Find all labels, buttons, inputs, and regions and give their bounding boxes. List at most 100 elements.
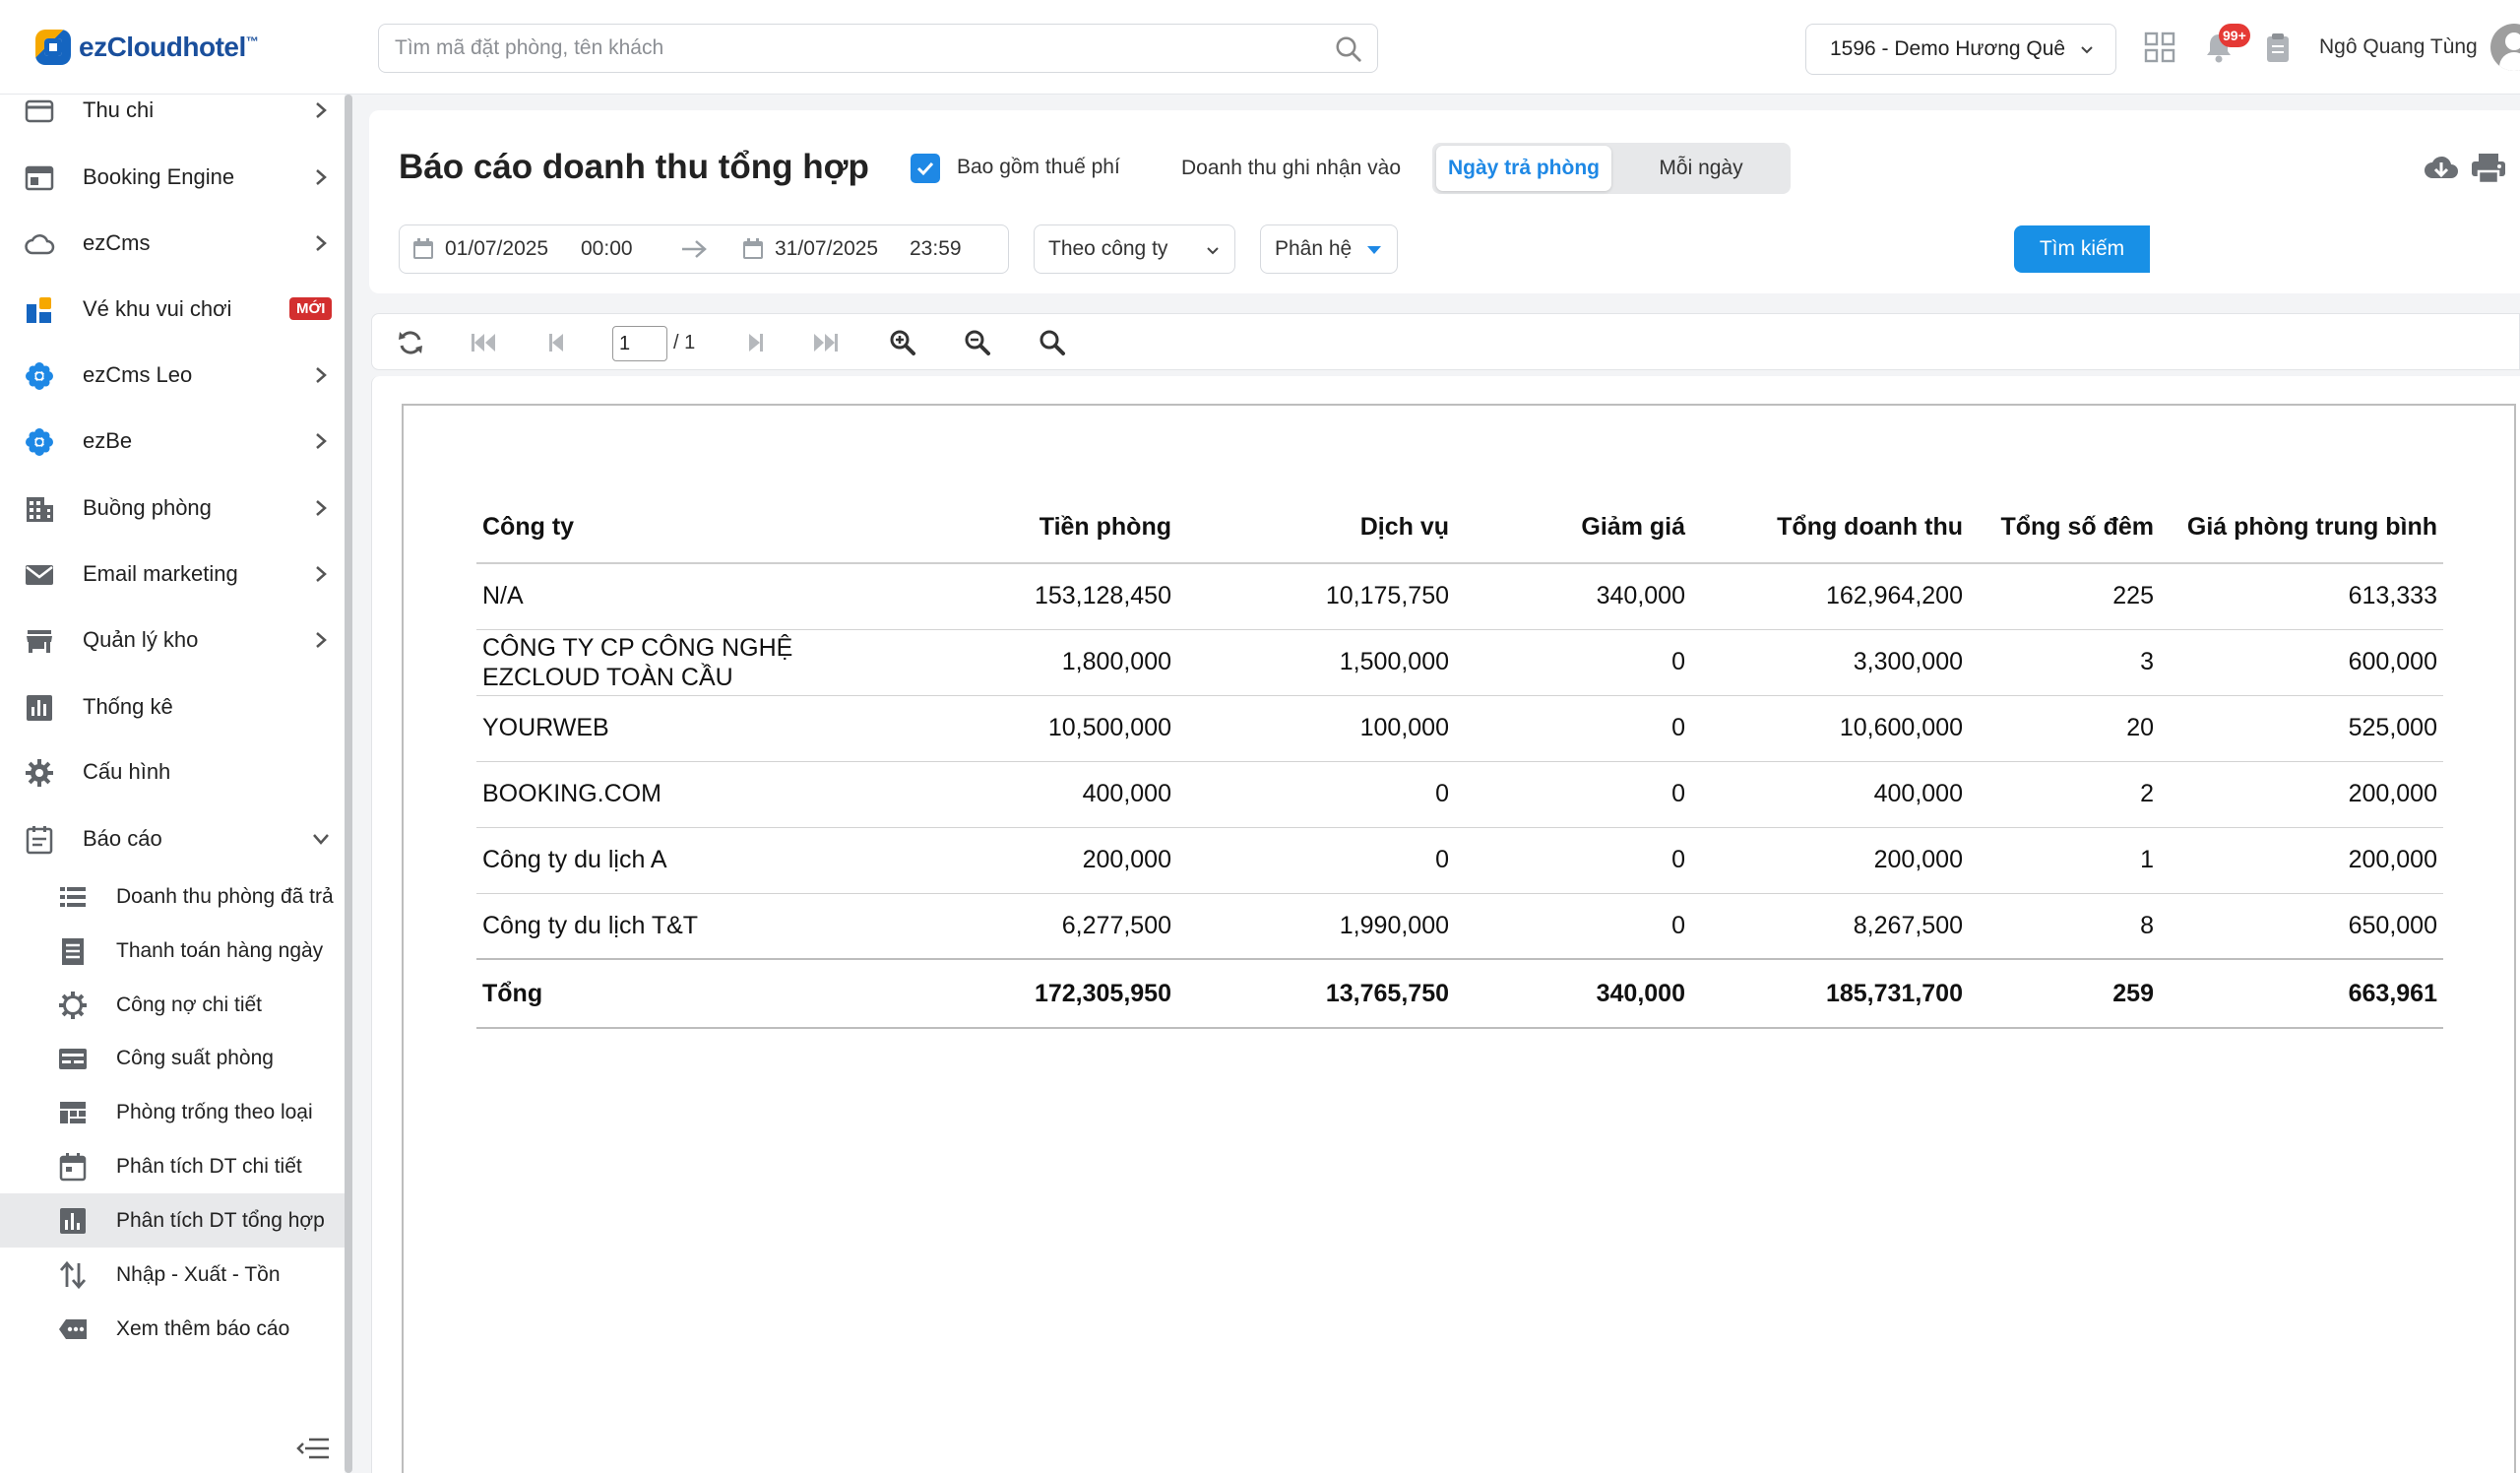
cell-discount: 0 (1455, 695, 1691, 762)
collapse-sidebar-icon[interactable] (295, 1436, 331, 1461)
sidebar-subitem-nhap-xuat-ton[interactable]: Nhập - Xuất - Tồn (0, 1248, 345, 1302)
sidebar-subitem-label: Nhập - Xuất - Tồn (116, 1262, 281, 1286)
cell-room-revenue: 6,277,500 (900, 893, 1177, 960)
sidebar-item-buong-phong[interactable]: Buồng phòng (0, 477, 345, 540)
printer-icon[interactable] (2470, 152, 2507, 185)
sidebar-subitem-cong-suat-phong[interactable]: Công suất phòng (0, 1031, 345, 1085)
cell-room-revenue: 400,000 (900, 761, 1177, 828)
search-input[interactable] (379, 25, 1265, 72)
cell-discount: 0 (1455, 629, 1691, 696)
section-value: Phân hệ (1275, 237, 1353, 260)
cell-total-nights: 225 (1969, 563, 2160, 630)
cell-room-revenue: 153,128,450 (900, 563, 1177, 630)
sidebar-item-label: Thu chi (83, 97, 155, 122)
refresh-icon[interactable] (396, 328, 425, 357)
date-to: 31/07/2025 (775, 237, 879, 260)
sidebar-subitem-doanh-thu-phong-da-tra[interactable]: Doanh thu phòng đã trả (0, 869, 345, 924)
calendar-icon (59, 1153, 87, 1182)
table-row: CÔNG TY CP CÔNG NGHỆ EZCLOUD TOÀN CẦU 1,8… (476, 629, 2443, 696)
sidebar-item-label: ezCms Leo (83, 362, 193, 387)
envelope-icon (26, 565, 53, 585)
brand-name: ezCloudhotel™ (79, 32, 259, 62)
chevron-down-icon (313, 834, 329, 845)
revenue-summary-table: Công ty Tiền phòng Dịch vụ Giảm giá Tổng… (476, 492, 2443, 1029)
cell-discount: 0 (1455, 761, 1691, 828)
cell-average-rate: 200,000 (2160, 761, 2443, 828)
sidebar-subitem-thanh-toan-hang-ngay[interactable]: Thanh toán hàng ngày (0, 924, 345, 978)
date-range-picker[interactable]: 01/07/2025 00:00 31/07/2025 23:59 (399, 224, 1009, 274)
next-page-icon[interactable] (741, 328, 771, 357)
mode-checkout-date-button[interactable]: Ngày trả phòng (1436, 146, 1611, 191)
apps-grid-icon[interactable] (2142, 30, 2177, 65)
column-header-total-nights: Tổng số đêm (1969, 492, 2160, 564)
sidebar-item-booking-engine[interactable]: Booking Engine (0, 146, 345, 209)
brand-logo[interactable]: ezCloudhotel™ (35, 28, 259, 67)
hotel-selector[interactable]: 1596 - Demo Hương Quê (1805, 24, 2116, 75)
sidebar-item-label: ezBe (83, 428, 133, 453)
zoom-in-icon[interactable] (888, 328, 917, 357)
sidebar-item-label: Email marketing (83, 561, 238, 586)
search-icon[interactable] (1334, 34, 1363, 64)
user-name[interactable]: Ngô Quang Tùng (2319, 35, 2478, 59)
sidebar-subitem-phan-tich-dt-chi-tiet[interactable]: Phân tích DT chi tiết (0, 1139, 345, 1193)
cell-average-rate-total: 663,961 (2160, 958, 2443, 1029)
column-header-service: Dịch vụ (1177, 492, 1455, 564)
sidebar-item-ezcms[interactable]: ezCms (0, 212, 345, 275)
cell-total-nights: 8 (1969, 893, 2160, 960)
sidebar-item-bao-cao[interactable]: Báo cáo (0, 807, 345, 870)
cell-total-revenue: 3,300,000 (1691, 629, 1969, 696)
cell-room-revenue: 10,500,000 (900, 695, 1177, 762)
sidebar-item-email-marketing[interactable]: Email marketing (0, 543, 345, 606)
table-total-row: Tổng 172,305,950 13,765,750 340,000 185,… (476, 958, 2443, 1029)
sidebar-subitem-phan-tich-dt-tong-hop[interactable]: Phân tích DT tổng hợp (0, 1193, 345, 1248)
sidebar-subitem-xem-them-bao-cao[interactable]: Xem thêm báo cáo (0, 1302, 345, 1356)
cell-room-revenue-total: 172,305,950 (900, 958, 1177, 1029)
hotel-selector-label: 1596 - Demo Hương Quê (1830, 37, 2066, 60)
date-from: 01/07/2025 (445, 237, 549, 260)
sidebar-item-label: Quản lý kho (83, 627, 199, 652)
clipboard-icon[interactable] (2260, 30, 2296, 65)
search-report-icon[interactable] (1038, 328, 1067, 357)
cell-service: 0 (1177, 761, 1455, 828)
time-to: 23:59 (910, 237, 962, 260)
caret-down-icon (1367, 246, 1381, 254)
sidebar-item-thu-chi[interactable]: Thu chi (0, 79, 345, 142)
sidebar-item-label: Booking Engine (83, 164, 235, 189)
last-page-icon[interactable] (811, 328, 841, 357)
sidebar-subitem-cong-no-chi-tiet[interactable]: Công nợ chi tiết (0, 978, 345, 1032)
page-number-input[interactable] (612, 326, 667, 361)
cell-total-revenue-total: 185,731,700 (1691, 958, 1969, 1029)
include-tax-label[interactable]: Bao gồm thuế phí (957, 156, 1120, 179)
card-icon (59, 1049, 87, 1069)
ticket-blocks-icon (27, 297, 51, 323)
sidebar-scrollbar[interactable] (345, 95, 352, 1473)
chevron-right-icon (316, 500, 327, 516)
sidebar-item-ezbe[interactable]: ezBe (0, 410, 345, 473)
avatar[interactable] (2490, 24, 2520, 71)
sidebar-item-thong-ke[interactable]: Thống kê (0, 675, 345, 738)
sidebar-subitem-phong-trong-theo-loai[interactable]: Phòng trống theo loại (0, 1085, 345, 1139)
sidebar-subitem-label: Phân tích DT chi tiết (116, 1154, 302, 1178)
search-button[interactable]: Tìm kiếm (2014, 225, 2150, 273)
report-filter-panel: Báo cáo doanh thu tổng hợp Bao gồm thuế … (369, 110, 2520, 293)
sidebar-item-quan-ly-kho[interactable]: Quản lý kho (0, 608, 345, 672)
cell-company: Công ty du lịch A (476, 827, 900, 894)
more-tag-icon (59, 1319, 87, 1339)
include-tax-checkbox[interactable] (911, 154, 940, 183)
sidebar-item-ezcms-leo[interactable]: ezCms Leo (0, 344, 345, 407)
cloud-download-icon[interactable] (2423, 152, 2460, 185)
mode-each-day-button[interactable]: Mỗi ngày (1615, 146, 1787, 191)
zoom-out-icon[interactable] (963, 328, 992, 357)
sidebar-item-cau-hinh[interactable]: Cấu hình (0, 740, 345, 803)
section-dropdown[interactable]: Phân hệ (1260, 224, 1398, 274)
first-page-icon[interactable] (469, 328, 498, 357)
sidebar-subitem-label: Phòng trống theo loại (116, 1100, 313, 1123)
previous-page-icon[interactable] (541, 328, 571, 357)
sidebar-item-ve-khu-vui-choi[interactable]: Vé khu vui chơi MỚI (0, 278, 345, 341)
cell-average-rate: 613,333 (2160, 563, 2443, 630)
group-by-dropdown[interactable]: Theo công ty (1034, 224, 1235, 274)
list-icon (60, 887, 86, 907)
table-row: Công ty du lịch A 200,000 0 0 200,000 1 … (476, 827, 2443, 894)
table-row: BOOKING.COM 400,000 0 0 400,000 2 200,00… (476, 761, 2443, 828)
store-icon (27, 630, 52, 653)
